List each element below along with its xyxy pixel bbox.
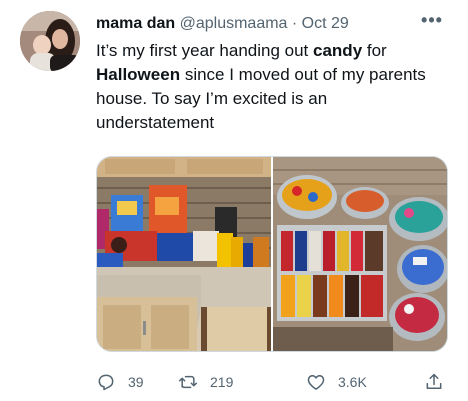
like-button[interactable]: 3.6K (306, 370, 367, 394)
tweet-text-part: for (362, 41, 387, 60)
avatar[interactable] (20, 11, 80, 71)
reply-icon (98, 374, 114, 391)
reply-button[interactable]: 39 (96, 370, 144, 394)
user-handle[interactable]: @aplusmaama (180, 15, 288, 32)
retweet-button[interactable]: 219 (178, 370, 233, 394)
avatar-photo (20, 11, 80, 71)
photo-candy-counter[interactable] (97, 157, 271, 351)
like-count: 3.6K (338, 374, 367, 390)
photo-candy-table[interactable] (273, 157, 447, 351)
share-icon (426, 373, 442, 389)
separator: · (291, 15, 298, 32)
retweet-count: 219 (210, 374, 234, 390)
tweet-actions: 39 219 3.6K (96, 370, 448, 394)
tweet-text: It’s my first year handing out candy for… (96, 39, 448, 135)
media-grid (96, 156, 448, 352)
more-horizontal-icon[interactable]: ••• (420, 11, 444, 35)
tweet-text-bold-halloween: Halloween (96, 65, 181, 84)
reply-count: 39 (128, 374, 144, 390)
share-button[interactable] (424, 370, 444, 394)
tweet-date[interactable]: Oct 29 (302, 15, 349, 32)
retweet-icon (178, 375, 198, 389)
tweet-text-bold-candy: candy (313, 41, 363, 60)
tweet-text-part: It’s my first year handing out (96, 41, 314, 60)
tweet-header: mama dan @aplusmaama · Oct 29 ••• (96, 11, 456, 35)
display-name[interactable]: mama dan (96, 15, 175, 32)
tweet: mama dan @aplusmaama · Oct 29 ••• It’s m… (0, 0, 468, 401)
heart-icon (307, 375, 325, 390)
